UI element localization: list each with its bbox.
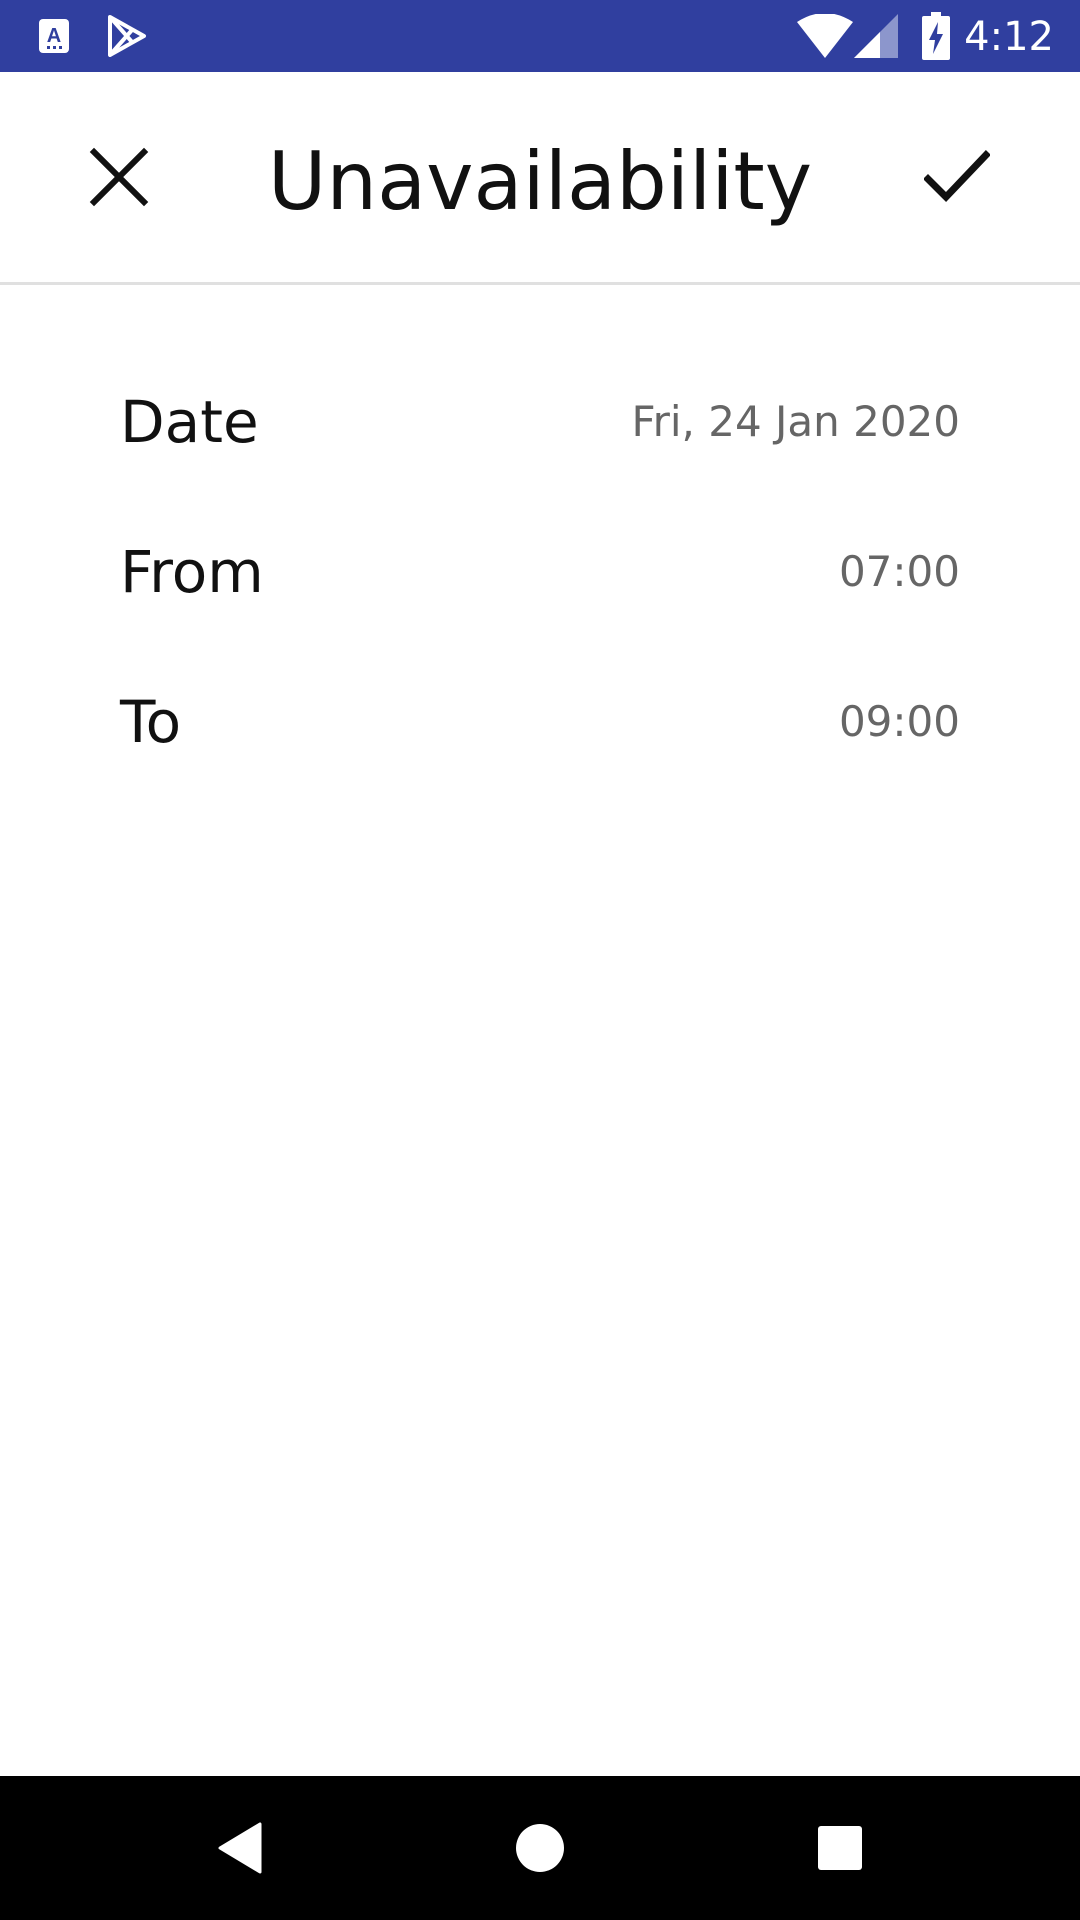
unavailability-form: Date Fri, 24 Jan 2020 From 07:00 To 09:0… <box>0 362 1080 812</box>
back-button[interactable] <box>190 1798 290 1898</box>
svg-text:A: A <box>47 25 61 47</box>
from-time-value[interactable]: 07:00 <box>839 512 960 632</box>
wifi-icon <box>795 0 855 72</box>
cell-signal-icon <box>852 0 900 72</box>
system-navigation-bar <box>0 1776 1080 1920</box>
back-icon <box>218 1822 262 1874</box>
from-label: From <box>120 538 264 606</box>
home-icon <box>516 1824 564 1872</box>
recents-button[interactable] <box>790 1798 890 1898</box>
to-label: To <box>120 688 182 756</box>
page-title: Unavailability <box>267 135 813 228</box>
app-bar: Unavailability <box>0 72 1080 285</box>
battery-charging-icon <box>918 0 954 72</box>
from-row[interactable]: From 07:00 <box>0 512 1080 662</box>
to-row[interactable]: To 09:00 <box>0 662 1080 812</box>
date-value[interactable]: Fri, 24 Jan 2020 <box>631 362 960 482</box>
close-button[interactable] <box>80 138 158 216</box>
recents-icon <box>818 1826 862 1870</box>
check-icon <box>924 150 990 203</box>
close-icon <box>89 147 149 207</box>
status-bar-time: 4:12 <box>964 14 1054 60</box>
date-label: Date <box>120 388 259 456</box>
home-button[interactable] <box>490 1798 590 1898</box>
date-row[interactable]: Date Fri, 24 Jan 2020 <box>0 362 1080 512</box>
app-store-notification-icon: A <box>36 0 72 72</box>
status-bar: A 4:12 <box>0 0 1080 72</box>
confirm-button[interactable] <box>918 138 996 216</box>
to-time-value[interactable]: 09:00 <box>839 662 960 782</box>
play-store-notification-icon <box>104 0 150 72</box>
